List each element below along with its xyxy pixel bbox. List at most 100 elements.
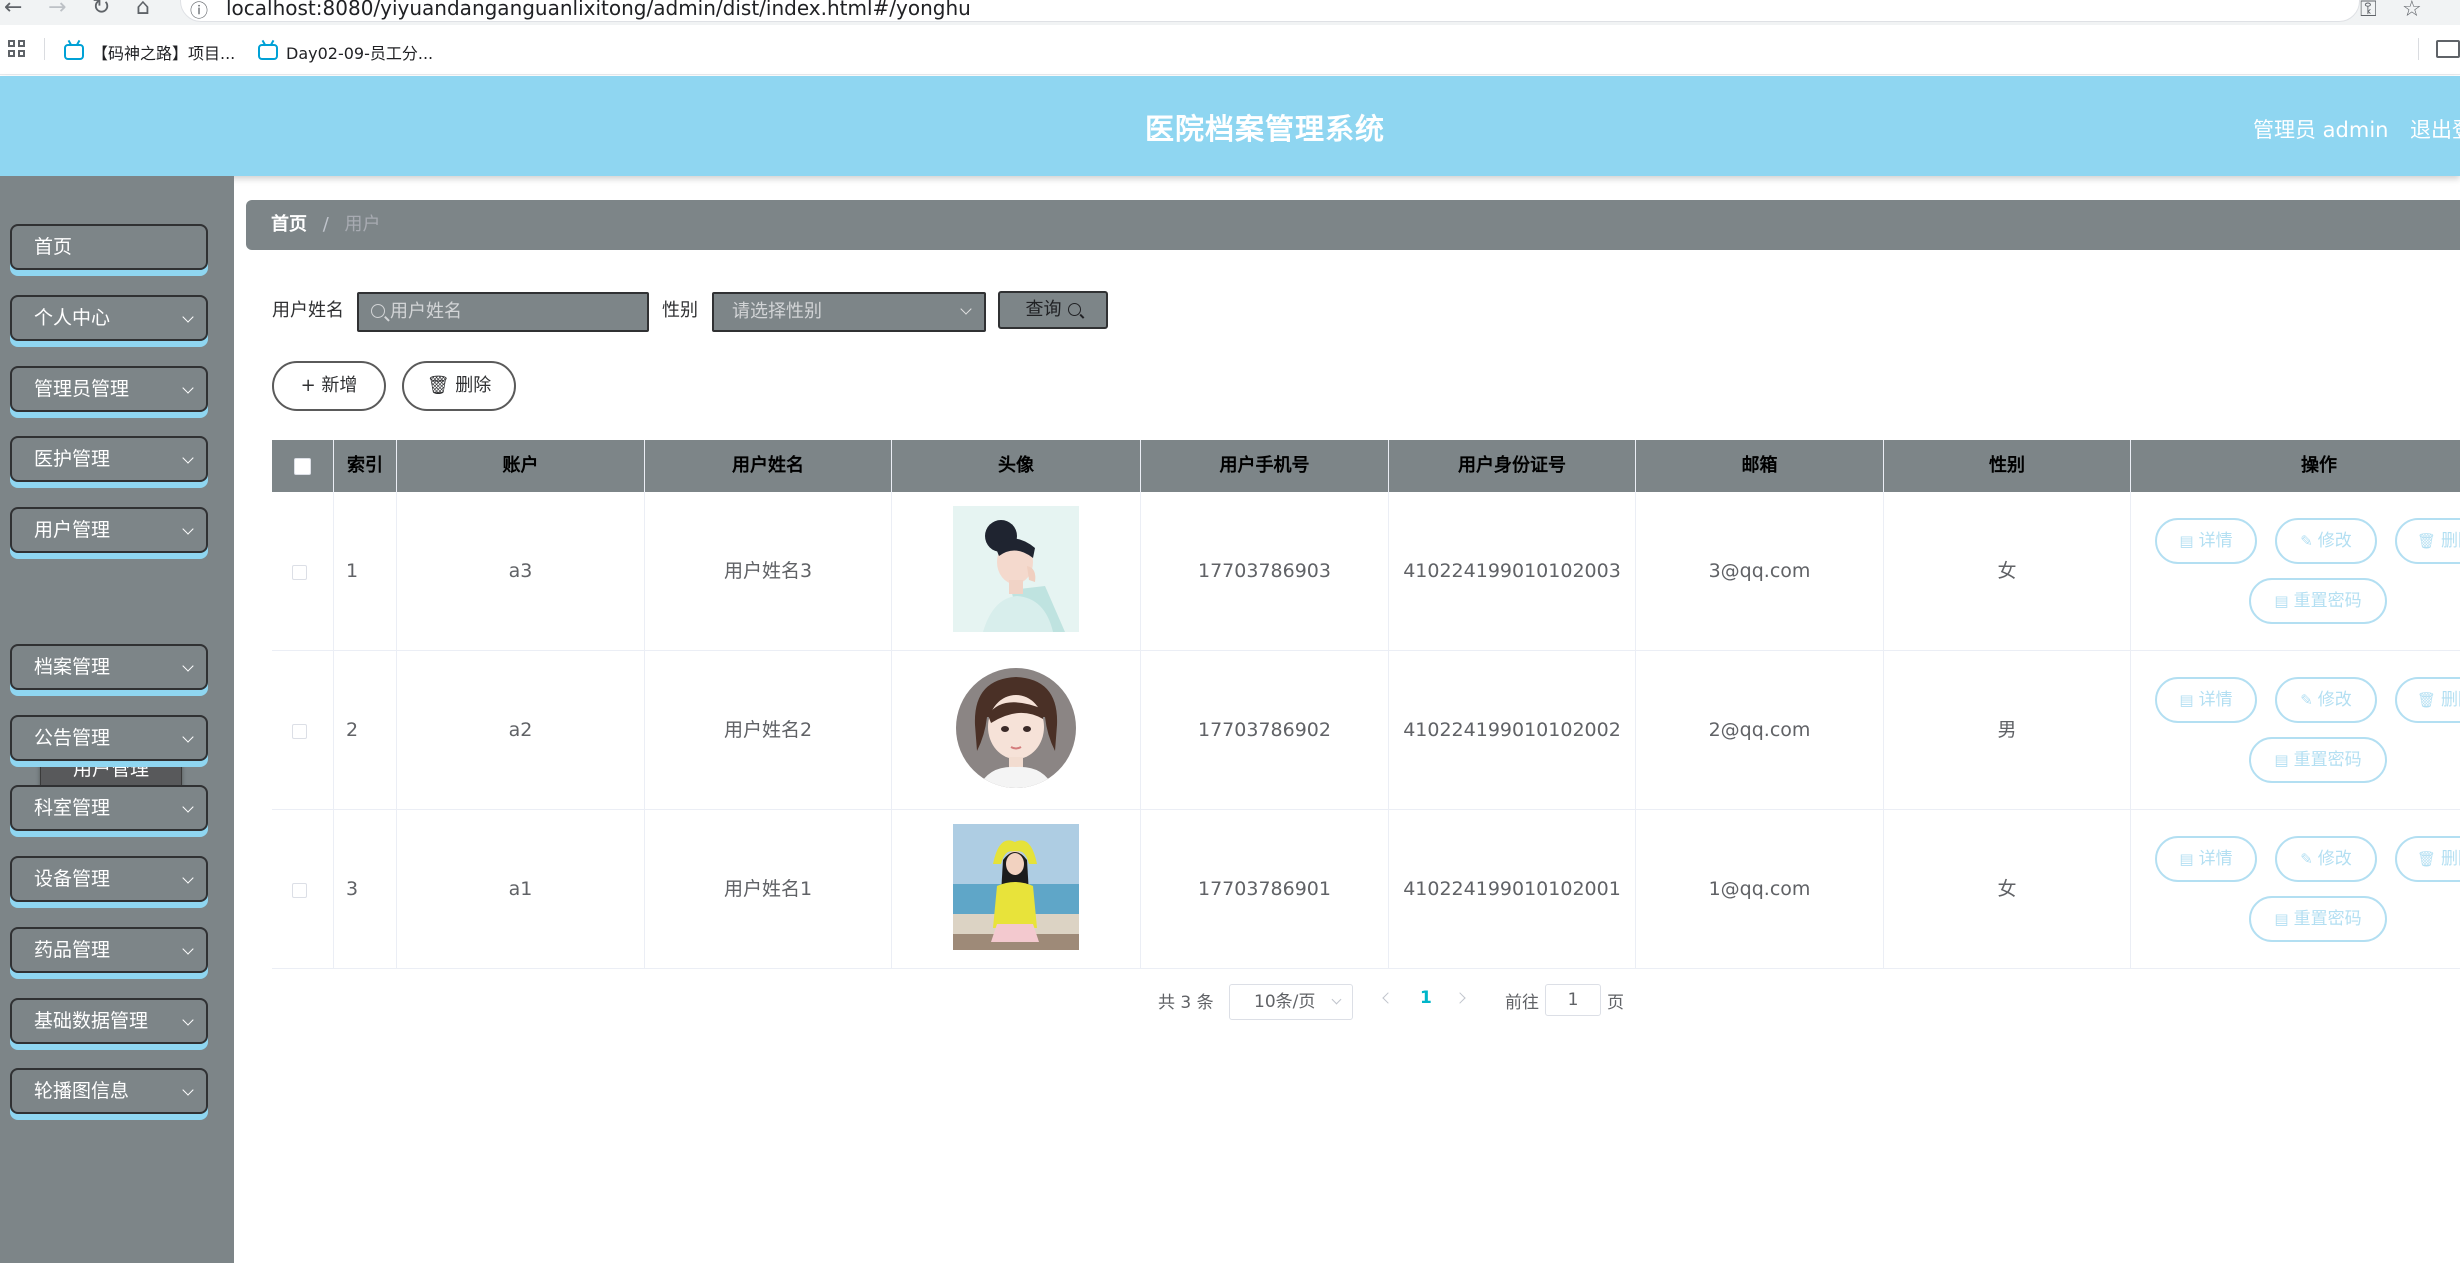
bookmark-star-icon[interactable]: ☆ — [2402, 0, 2422, 22]
chevron-down-icon — [182, 311, 194, 323]
edit-label: 修改 — [2317, 849, 2352, 869]
reset-password-button[interactable]: ▤ 重置密码 — [2249, 896, 2387, 942]
row-phone: 17703786902 — [1141, 651, 1389, 810]
header-name: 用户姓名 — [645, 440, 892, 492]
bookmark-item-1[interactable]: 【码神之路】项目... — [64, 40, 235, 64]
chevron-down-icon — [182, 660, 194, 672]
sidebar-item-personal-center[interactable]: 个人中心 — [10, 295, 208, 341]
next-page-icon[interactable] — [1454, 992, 1466, 1004]
edit-button[interactable]: ✎ 修改 — [2275, 518, 2377, 564]
sidebar-item-home[interactable]: 首页 — [10, 224, 208, 270]
cartoon-girl-bob-avatar — [956, 668, 1076, 788]
girl-at-beach-avatar — [953, 824, 1079, 950]
header-phone: 用户手机号 — [1141, 440, 1389, 492]
pencil-icon: ✎ — [2300, 691, 2313, 709]
detail-button[interactable]: ▤ 详情 — [2155, 518, 2257, 564]
goto-page-input[interactable]: 1 — [1545, 984, 1601, 1016]
chevron-down-icon — [182, 382, 194, 394]
sidebar-item-archive[interactable]: 档案管理 — [10, 644, 208, 690]
current-user-label: 管理员 admin — [2253, 118, 2389, 142]
sidebar-item-medicine[interactable]: 药品管理 — [10, 927, 208, 973]
header-account: 账户 — [397, 440, 645, 492]
detail-label: 详情 — [2198, 849, 2233, 869]
row-phone: 17703786903 — [1141, 492, 1389, 651]
reset-password-button[interactable]: ▤ 重置密码 — [2249, 737, 2387, 783]
row-id-card: 410224199010102002 — [1389, 651, 1636, 810]
row-checkbox[interactable] — [292, 724, 307, 739]
header-avatar: 头像 — [892, 440, 1141, 492]
row-delete-button[interactable]: 🗑删除 — [2395, 518, 2460, 564]
prev-page-icon[interactable] — [1382, 992, 1394, 1004]
sidebar-item-user-management[interactable]: 用户管理 — [10, 507, 208, 553]
sidebar-item-carousel[interactable]: 轮播图信息 — [10, 1068, 208, 1114]
row-avatar-cell — [892, 810, 1141, 969]
trash-icon: 🗑 — [2417, 532, 2437, 550]
password-key-icon[interactable]: ⚿ — [2360, 0, 2377, 22]
row-delete-label: 删除 — [2441, 531, 2460, 551]
logout-link[interactable]: 退出登 — [2410, 114, 2460, 144]
detail-button[interactable]: ▤ 详情 — [2155, 677, 2257, 723]
back-icon[interactable]: ← — [4, 0, 22, 19]
sidebar-item-label: 公告管理 — [34, 727, 111, 749]
add-button[interactable]: + 新增 — [272, 361, 386, 411]
document-icon: ▤ — [2274, 910, 2289, 928]
row-checkbox[interactable] — [292, 565, 307, 580]
breadcrumb: 首页 / 用户 — [246, 200, 2460, 250]
page-number-current[interactable]: 1 — [1420, 988, 1432, 1008]
sidebar-item-label: 科室管理 — [34, 797, 111, 819]
woman-with-hair-bun-avatar — [953, 506, 1079, 632]
row-delete-button[interactable]: 🗑删除 — [2395, 836, 2460, 882]
reset-password-button[interactable]: ▤ 重置密码 — [2249, 578, 2387, 624]
sidebar-item-label: 基础数据管理 — [34, 1010, 149, 1032]
row-checkbox[interactable] — [292, 883, 307, 898]
row-delete-button[interactable]: 🗑删除 — [2395, 677, 2460, 723]
name-placeholder: 用户姓名 — [390, 301, 462, 322]
row-name: 用户姓名2 — [645, 651, 892, 810]
edit-button[interactable]: ✎ 修改 — [2275, 836, 2377, 882]
bilibili-tv-icon — [64, 44, 84, 60]
row-delete-label: 删除 — [2441, 849, 2460, 869]
chevron-down-icon — [182, 872, 194, 884]
name-search-input[interactable]: 用户姓名 — [357, 292, 649, 332]
edit-button[interactable]: ✎ 修改 — [2275, 677, 2377, 723]
sidebar-item-admin-management[interactable]: 管理员管理 — [10, 366, 208, 412]
row-gender: 女 — [1884, 810, 2131, 969]
reload-icon[interactable]: ↻ — [92, 0, 110, 19]
header-email: 邮箱 — [1636, 440, 1884, 492]
reset-password-label: 重置密码 — [2293, 750, 2362, 770]
bookmark-label: Day02-09-员工分... — [286, 44, 434, 63]
url-text[interactable]: localhost:8080/yiyuandanganguanlixitong/… — [226, 0, 971, 18]
page-size-select[interactable]: 10条/页 — [1229, 984, 1353, 1020]
detail-button[interactable]: ▤ 详情 — [2155, 836, 2257, 882]
delete-button[interactable]: 🗑 删除 — [402, 361, 516, 411]
breadcrumb-home[interactable]: 首页 — [271, 214, 307, 235]
query-button[interactable]: 查询 — [998, 291, 1108, 329]
document-icon: ▤ — [2274, 751, 2289, 769]
detail-label: 详情 — [2198, 690, 2233, 710]
row-select-cell — [272, 810, 334, 969]
apps-grid-icon[interactable] — [8, 40, 26, 58]
pencil-icon: ✎ — [2300, 850, 2313, 868]
document-icon: ▤ — [2179, 850, 2194, 868]
forward-icon[interactable]: → — [48, 0, 66, 19]
sidebar-item-label: 药品管理 — [34, 939, 111, 961]
row-id-card: 410224199010102001 — [1389, 810, 1636, 969]
row-select-cell — [272, 492, 334, 651]
chevron-down-icon — [182, 943, 194, 955]
document-icon: ▤ — [2179, 691, 2194, 709]
select-all-checkbox[interactable] — [294, 458, 311, 475]
chevron-down-icon — [182, 731, 194, 743]
sidebar-item-announcement[interactable]: 公告管理 — [10, 715, 208, 761]
gender-select[interactable]: 请选择性别 — [712, 292, 986, 332]
bilibili-tv-icon — [258, 44, 278, 60]
home-icon[interactable]: ⌂ — [136, 0, 150, 19]
site-info-icon[interactable]: ⓘ — [190, 0, 208, 23]
sidebar-item-department[interactable]: 科室管理 — [10, 785, 208, 831]
row-name: 用户姓名1 — [645, 810, 892, 969]
sidebar-item-basic-data[interactable]: 基础数据管理 — [10, 998, 208, 1044]
sidebar-item-equipment[interactable]: 设备管理 — [10, 856, 208, 902]
bookmark-item-2[interactable]: Day02-09-员工分... — [258, 40, 433, 64]
sidebar-item-medical-staff[interactable]: 医护管理 — [10, 436, 208, 482]
document-icon: ▤ — [2274, 592, 2289, 610]
folder-icon[interactable] — [2436, 40, 2460, 58]
